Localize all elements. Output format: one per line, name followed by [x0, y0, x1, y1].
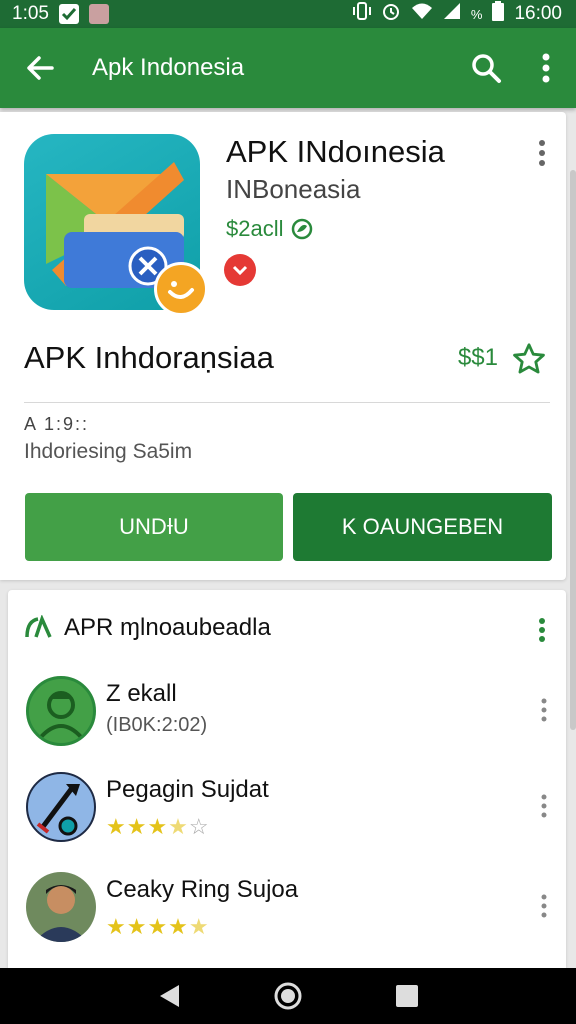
more-vert-icon [541, 894, 547, 918]
more-vert-icon [539, 140, 545, 166]
section-header: APR ɱlnoaubeadla [24, 614, 271, 642]
recents-square-icon [395, 985, 418, 1007]
smile-badge-icon [154, 262, 208, 316]
system-nav-bar [0, 968, 576, 1024]
search-button[interactable] [456, 28, 516, 108]
section-title: APR ɱlnoaubeadla [64, 614, 271, 641]
app-secondary-title: APK Inhdoraṇsiaa [24, 340, 274, 375]
section-icon [25, 615, 52, 638]
item-more-button[interactable] [538, 894, 550, 918]
app-bar-title: Apk Indonesia [92, 54, 245, 81]
app-notification-icon [88, 4, 109, 24]
wishlist-star-icon[interactable] [512, 342, 546, 381]
nav-recents-button[interactable] [387, 976, 427, 1016]
list-item[interactable]: Z ekall (IB0K:2:02) [8, 676, 566, 766]
overflow-menu-button[interactable] [516, 28, 576, 108]
item-more-button[interactable] [538, 794, 550, 818]
home-circle-icon [274, 982, 302, 1010]
app-price: $2acll [226, 216, 284, 241]
battery-icon [492, 1, 505, 27]
wifi-icon [411, 2, 433, 26]
nav-back-button[interactable] [149, 976, 189, 1016]
more-vert-icon [541, 794, 547, 818]
item-title: Pegagin Sujdat [106, 776, 269, 803]
item-title: Ceaky Ring Sujoa [106, 876, 299, 903]
app-bar: Apk Indonesia [0, 28, 576, 108]
app-more-button[interactable] [532, 138, 552, 168]
item-subtitle: (IB0K:2:02) [106, 714, 208, 736]
section-more-button[interactable] [536, 618, 548, 642]
item-title: Z ekall [106, 680, 177, 707]
alarm-icon [381, 1, 401, 27]
rating-stars: ★★★★★ [106, 914, 210, 939]
scrollbar[interactable] [570, 170, 576, 730]
divider [24, 402, 550, 403]
list-item[interactable]: Pegagin Sujdat ★★★★☆ [8, 772, 566, 862]
editors-choice-icon [224, 254, 256, 286]
more-vert-icon [539, 618, 545, 642]
nav-home-button[interactable] [268, 976, 308, 1016]
back-triangle-icon [160, 985, 180, 1007]
avatar [26, 872, 96, 942]
related-apps-card: APR ɱlnoaubeadla Z ekall (IB0K:2:02) Peg… [8, 590, 566, 968]
list-item[interactable]: Ceaky Ring Sujoa ★★★★★ [8, 872, 566, 962]
back-button[interactable] [0, 28, 80, 108]
back-arrow-icon [27, 56, 54, 80]
install-button[interactable]: UNDƗU [25, 493, 283, 561]
notification-icon [58, 4, 79, 24]
leaf-icon [292, 218, 313, 240]
avatar [26, 772, 96, 842]
app-detail-card: APK INdoınesia INBoneasia $2acll APK Inh… [0, 112, 566, 580]
signal-icon [443, 2, 461, 26]
meta-subtitle: Ihdoriesing Sa5im [24, 440, 193, 463]
status-time-right: 16:00 [514, 3, 562, 24]
secondary-price: $$1 [457, 344, 498, 371]
rating-stars: ★★★★☆ [106, 814, 210, 839]
meta-line: A 1:9:: [24, 414, 90, 434]
open-button[interactable]: K OAUNGEBEN [293, 493, 552, 561]
avatar [26, 676, 96, 746]
more-vert-icon [541, 698, 547, 722]
app-name: APK INdoınesia [226, 134, 445, 169]
item-more-button[interactable] [538, 698, 550, 722]
vibrate-icon [352, 1, 371, 27]
price-row: $2acll [226, 216, 313, 242]
developer-name[interactable]: INBoneasia [226, 174, 360, 205]
search-icon [472, 54, 501, 83]
status-bar: 1:05 % 16:00 [0, 0, 576, 28]
more-vert-icon [542, 53, 550, 83]
status-time-left: 1:05 [12, 3, 49, 24]
battery-percent: % [470, 6, 483, 22]
